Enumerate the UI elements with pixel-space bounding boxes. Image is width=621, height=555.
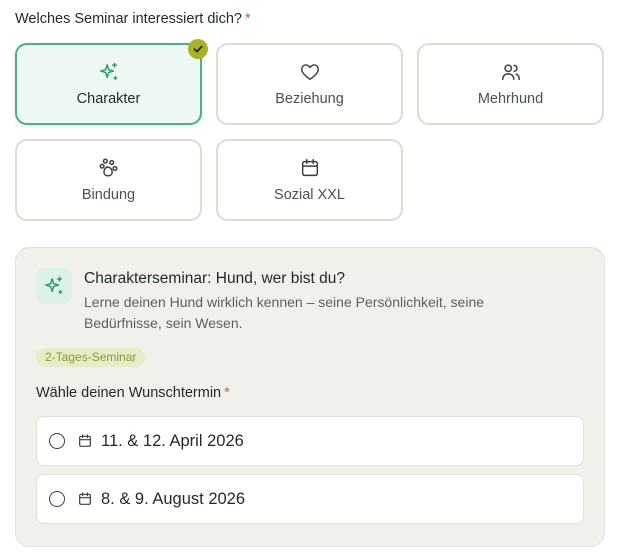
seminar-option-label: Bindung — [81, 187, 136, 203]
date-label-text: Wähle deinen Wunschtermin — [36, 385, 222, 401]
seminar-option-label: Sozial XXL — [274, 187, 345, 203]
paw-icon — [98, 157, 120, 179]
seminar-option-charakter[interactable]: Charakter — [15, 39, 208, 125]
date-option-april[interactable]: 11. & 12. April 2026 — [36, 416, 584, 466]
heart-icon — [299, 61, 321, 83]
date-question-label: Wähle deinen Wunschtermin * — [36, 385, 230, 401]
duration-badge: 2-Tages-Seminar — [36, 348, 146, 367]
seminar-option-sozial-xxl[interactable]: Sozial XXL — [216, 139, 403, 221]
seminar-option-label: Charakter — [76, 91, 141, 107]
seminar-option-beziehung[interactable]: Beziehung — [216, 43, 403, 125]
radio-button[interactable] — [49, 491, 65, 507]
calendar-icon — [77, 491, 93, 507]
date-option-label: 8. & 9. August 2026 — [101, 489, 246, 508]
sparkles-icon — [36, 268, 72, 304]
seminar-detail-title: Charakterseminar: Hund, wer bist du? — [84, 270, 346, 287]
seminar-question-label: Welches Seminar interessiert dich? * — [15, 11, 251, 27]
users-icon — [500, 61, 522, 83]
seminar-detail-panel: Charakterseminar: Hund, wer bist du? Ler… — [15, 247, 605, 547]
question-text: Welches Seminar interessiert dich? — [15, 11, 242, 27]
date-option-august[interactable]: 8. & 9. August 2026 — [36, 474, 584, 524]
seminar-detail-description: Lerne deinen Hund wirklich kennen – sein… — [84, 294, 485, 331]
date-option-label: 11. & 12. April 2026 — [101, 431, 244, 450]
seminar-option-label: Beziehung — [275, 91, 344, 107]
radio-button[interactable] — [49, 433, 65, 449]
required-asterisk: * — [224, 385, 230, 401]
calendar-icon — [299, 157, 321, 179]
seminar-option-mehrhund[interactable]: Mehrhund — [417, 43, 604, 125]
required-asterisk: * — [245, 11, 251, 27]
seminar-option-label: Mehrhund — [477, 91, 544, 107]
seminar-option-bindung[interactable]: Bindung — [15, 139, 202, 221]
calendar-icon — [77, 433, 93, 449]
check-icon — [188, 39, 208, 59]
sparkles-icon — [98, 61, 120, 83]
